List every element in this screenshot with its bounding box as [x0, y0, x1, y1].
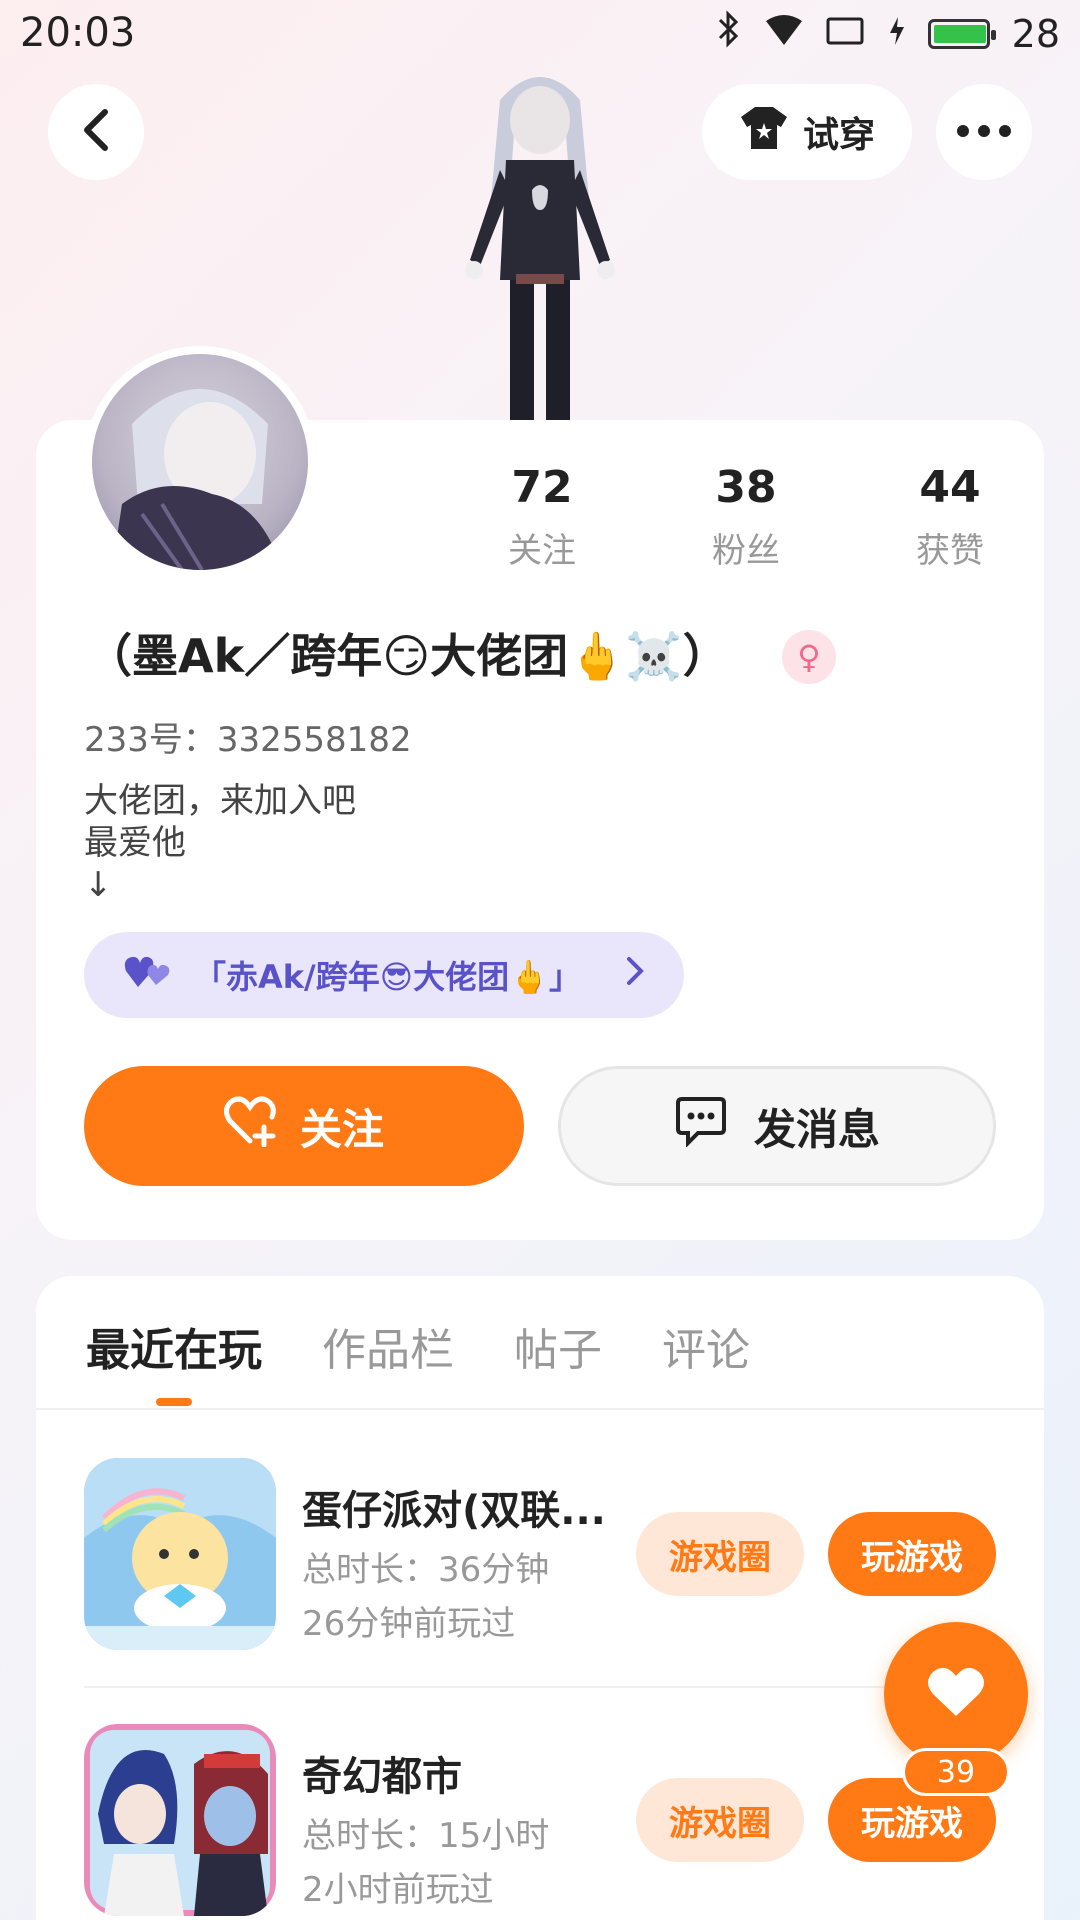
tab-comments[interactable]: 评论: [662, 1314, 750, 1378]
stat-value: 38: [715, 462, 777, 513]
tab-bar: 最近在玩 作品栏 帖子 评论: [86, 1314, 750, 1378]
bio: 大佬团，来加入吧 最爱他 ↓: [84, 781, 356, 905]
nickname: （墨Ak／跨年😏大佬团🖕☠️）: [86, 629, 729, 683]
follow-label: 关注: [299, 1104, 384, 1154]
game-row[interactable]: 蛋仔派对(双联... 总时长：36分钟 26分钟前玩过 游戏圈 玩游戏: [84, 1458, 1004, 1658]
message-button[interactable]: 发消息: [558, 1066, 996, 1186]
status-icons: 28: [716, 10, 1060, 57]
game-icon-fantasy-city[interactable]: [84, 1724, 276, 1916]
chevron-right-icon: [626, 955, 644, 995]
game-duration: 总时长：36分钟: [302, 1550, 550, 1590]
double-heart-icon: [124, 953, 174, 997]
female-gender-icon: ♀: [782, 630, 836, 684]
screen-icon: [826, 12, 866, 56]
bluetooth-icon: [716, 10, 742, 57]
tab-indicator: [156, 1398, 192, 1406]
game-last-played: 2小时前玩过: [302, 1870, 494, 1910]
wifi-icon: [764, 12, 804, 56]
tab-works[interactable]: 作品栏: [322, 1314, 454, 1378]
stat-value: 72: [511, 462, 573, 513]
user-id[interactable]: 233号：332558182: [84, 712, 412, 761]
avatar-character[interactable]: [440, 60, 640, 420]
group-label: 「赤Ak/跨年😎大佬团🖕」: [194, 958, 581, 996]
stat-label: 关注: [508, 531, 576, 571]
heart-plus-icon: [223, 1095, 280, 1157]
profile-stats: 72 关注 38 粉丝 44 获赞: [440, 462, 1052, 572]
row-divider: [84, 1686, 1004, 1688]
status-bar: 20:03 28: [0, 0, 1080, 66]
tab-posts[interactable]: 帖子: [514, 1314, 602, 1378]
game-last-played: 26分钟前玩过: [302, 1604, 516, 1644]
back-button[interactable]: [48, 84, 144, 180]
game-duration: 总时长：15小时: [302, 1816, 550, 1856]
tabs-divider: [36, 1408, 1044, 1410]
stat-label: 获赞: [916, 531, 984, 571]
status-time: 20:03: [20, 10, 136, 56]
game-row[interactable]: 奇幻都市 总时长：15小时 2小时前玩过 游戏圈 玩游戏: [84, 1724, 1004, 1920]
like-count: 39: [902, 1748, 1010, 1796]
more-dots-icon: [956, 123, 1012, 142]
stat-label: 粉丝: [712, 531, 780, 571]
like-button[interactable]: [884, 1622, 1028, 1766]
game-name: 奇幻都市: [302, 1754, 462, 1800]
more-button[interactable]: [936, 84, 1032, 180]
battery-percent: 28: [1011, 11, 1060, 56]
group-badge[interactable]: 「赤Ak/跨年😎大佬团🖕」: [84, 932, 684, 1018]
battery-fill: [933, 24, 986, 43]
stat-value: 44: [919, 462, 981, 513]
stat-following[interactable]: 72 关注: [440, 462, 644, 572]
game-icon-eggy-party[interactable]: [84, 1458, 276, 1650]
avatar[interactable]: [84, 346, 316, 578]
try-on-label: 试穿: [802, 115, 875, 156]
charging-icon: [888, 12, 906, 56]
message-label: 发消息: [753, 1104, 880, 1154]
game-name: 蛋仔派对(双联...: [302, 1488, 606, 1534]
play-game-button[interactable]: 玩游戏: [828, 1512, 996, 1596]
stat-followers[interactable]: 38 粉丝: [644, 462, 848, 572]
tshirt-icon: [739, 105, 789, 160]
content-card: 最近在玩 作品栏 帖子 评论 蛋仔派对(双联... 总时长：36分钟 26分钟前…: [36, 1276, 1044, 1920]
battery-icon: [927, 18, 996, 49]
chevron-left-icon: [81, 108, 111, 156]
follow-button[interactable]: 关注: [84, 1066, 524, 1186]
chat-bubble-icon: [674, 1095, 728, 1157]
game-circle-button[interactable]: 游戏圈: [636, 1778, 804, 1862]
stat-likes[interactable]: 44 获赞: [848, 462, 1052, 572]
heart-icon: [925, 1664, 987, 1724]
tab-recently-played[interactable]: 最近在玩: [86, 1314, 262, 1378]
game-circle-button[interactable]: 游戏圈: [636, 1512, 804, 1596]
try-on-button[interactable]: 试穿: [702, 84, 912, 180]
